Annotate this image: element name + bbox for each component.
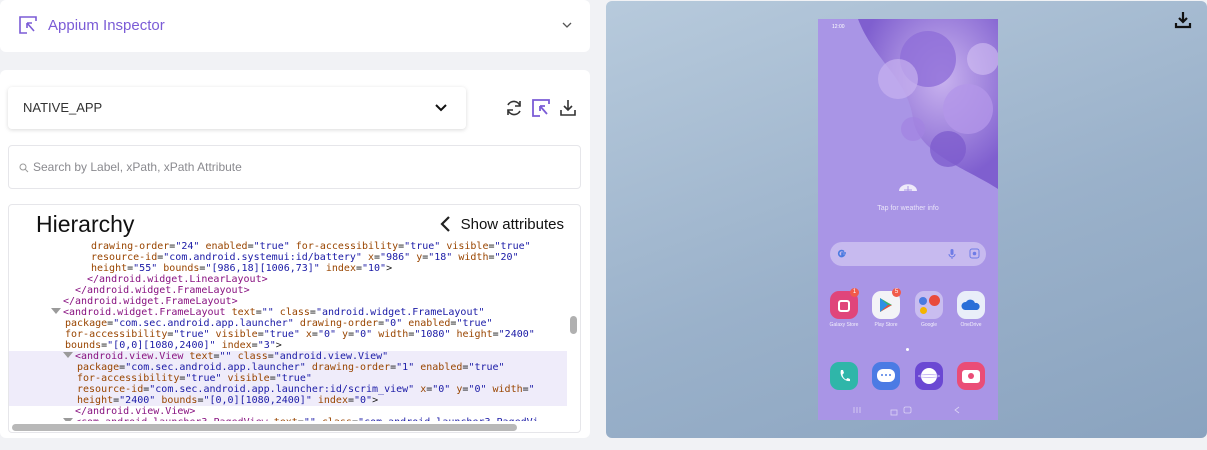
lens-icon[interactable] (969, 248, 980, 259)
app-label: Play Store (874, 322, 898, 328)
app-label: Galaxy Store (829, 322, 859, 328)
horizontal-scroll-thumb[interactable] (12, 424, 517, 431)
onedrive-app-icon[interactable] (957, 291, 985, 319)
collapse-triangle-icon[interactable] (51, 308, 61, 314)
show-attributes-label: Show attributes (460, 215, 564, 233)
source-line: </android.widget.LinearLayout> (87, 274, 268, 285)
hierarchy-panel: Hierarchy Show attributes drawing-order=… (8, 204, 581, 433)
download-icon[interactable] (1173, 10, 1193, 30)
select-element-icon[interactable] (531, 98, 551, 118)
source-line: drawing-order="24" enabled="true" for-ac… (91, 241, 531, 252)
weather-hint: Tap for weather info (877, 205, 939, 212)
source-line: height="2400" bounds="[0,0][1080,2400]" … (9, 395, 567, 406)
navigation-bar (853, 406, 960, 414)
back-icon (954, 406, 960, 414)
context-select[interactable]: NATIVE_APP (8, 87, 466, 129)
page-indicator (906, 348, 909, 351)
play-store-app-icon[interactable]: 5 (872, 288, 901, 319)
wallpaper-image: 12:00 (818, 19, 998, 420)
chevron-left-icon (440, 216, 450, 232)
show-attributes-button[interactable]: Show attributes (439, 213, 564, 235)
chevron-down-icon (435, 104, 447, 112)
source-line: for-accessibility="true" visible="true" … (65, 329, 535, 340)
source-line: bounds="[0,0][1080,2400]" index="3"> (65, 340, 282, 351)
vertical-scroll-thumb[interactable] (570, 316, 577, 334)
home-icon (903, 406, 912, 414)
download-icon[interactable] (558, 98, 578, 118)
source-line: for-accessibility="true" visible="true" (9, 373, 567, 384)
badge: 5 (892, 288, 901, 297)
app-header: Appium Inspector (0, 0, 590, 52)
source-line: </android.widget.FrameLayout> (75, 285, 250, 296)
svg-text:12:00: 12:00 (832, 24, 845, 30)
tree-node-view-selected[interactable]: <android.view.View text="" class="androi… (9, 351, 567, 362)
cloud-icon (961, 299, 980, 310)
app-label: OneDrive (960, 322, 982, 328)
galaxy-store-app-icon[interactable]: 1 (830, 288, 859, 319)
context-select-value: NATIVE_APP (23, 100, 103, 115)
tree-node-pagedview[interactable]: <com.android.launcher3.PagedView text=""… (63, 417, 539, 421)
google-g-icon (837, 249, 846, 258)
search-input[interactable] (33, 158, 563, 176)
recents-icon (853, 407, 861, 413)
inspector-select-icon (19, 16, 37, 34)
internet-app-icon[interactable] (915, 362, 943, 390)
collapse-triangle-icon[interactable] (63, 418, 73, 421)
chevron-down-icon[interactable] (562, 20, 572, 30)
inspector-panel: NATIVE_APP Hiera (0, 70, 590, 438)
google-folder-icon[interactable] (915, 291, 943, 319)
device-screenshot-pane: 12:00 Tap for weather info 1 Galaxy Stor… (606, 1, 1207, 438)
microphone-icon[interactable] (948, 248, 956, 260)
device-screen[interactable]: 12:00 Tap for weather info 1 Galaxy Stor… (818, 19, 998, 420)
collapse-triangle-icon[interactable] (63, 352, 73, 358)
app-label: Google (920, 322, 938, 328)
refresh-icon[interactable] (504, 98, 524, 118)
play-triangle-icon (880, 298, 892, 312)
google-search-widget[interactable] (830, 242, 986, 266)
source-line: package="com.sec.android.app.launcher" d… (65, 318, 493, 329)
search-icon (19, 163, 29, 173)
source-line: resource-id="com.android.systemui:id/bat… (91, 252, 519, 263)
source-line: height="55" bounds="[986,18][1006,73]" i… (91, 263, 393, 274)
source-line: package="com.sec.android.app.launcher" d… (9, 362, 567, 373)
search-bar (8, 145, 581, 189)
source-line: </android.view.View> (75, 406, 196, 417)
hierarchy-title: Hierarchy (36, 211, 135, 237)
xml-source-view: drawing-order="24" enabled="true" for-ac… (9, 241, 567, 421)
phone-app-icon[interactable] (830, 362, 858, 390)
phone-handset-icon (840, 370, 850, 382)
source-line: </android.widget.FrameLayout> (63, 296, 238, 307)
tree-node-framelayout[interactable]: <android.widget.FrameLayout text="" clas… (51, 307, 485, 318)
badge: 1 (850, 288, 859, 297)
messages-app-icon[interactable] (872, 362, 900, 390)
source-line: resource-id="com.sec.android.app.launche… (9, 384, 567, 395)
inspector-left-pane: Appium Inspector NATIVE_APP Search by La… (0, 0, 598, 450)
app-title: Appium Inspector (48, 17, 165, 34)
camera-app-icon[interactable] (957, 362, 985, 390)
